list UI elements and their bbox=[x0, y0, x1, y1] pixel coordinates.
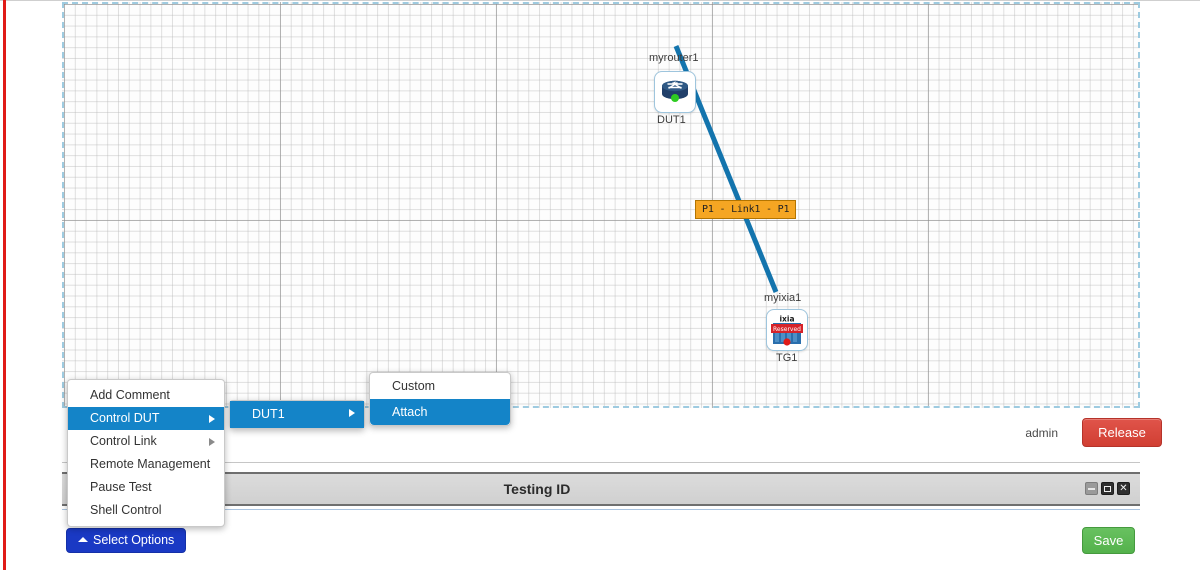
minimize-button[interactable] bbox=[1085, 482, 1098, 495]
context-submenu-control-dut[interactable]: DUT1 bbox=[229, 400, 365, 429]
node-myixia1[interactable]: ixia Reserved bbox=[766, 309, 808, 351]
context-menu-item-pause-test[interactable]: Pause Test bbox=[68, 476, 224, 499]
ixia-chassis-icon: ixia Reserved bbox=[771, 314, 803, 346]
svg-text:ixia: ixia bbox=[779, 315, 794, 324]
context-submenu-item-dut1[interactable]: DUT1 bbox=[230, 401, 364, 428]
topology-link-line bbox=[673, 45, 779, 293]
context-menu-item-add-comment[interactable]: Add Comment bbox=[68, 384, 224, 407]
select-options-button[interactable]: Select Options bbox=[66, 528, 187, 553]
context-menu[interactable]: Add Comment Control DUT Control Link Rem… bbox=[67, 379, 225, 527]
save-button[interactable]: Save bbox=[1082, 527, 1135, 554]
menu-item-label: Custom bbox=[392, 379, 436, 393]
session-user-label: admin bbox=[1025, 426, 1058, 440]
menu-item-label: Add Comment bbox=[90, 388, 170, 402]
menu-item-label: Pause Test bbox=[90, 480, 152, 494]
release-button[interactable]: Release bbox=[1082, 418, 1162, 447]
menu-item-label: Attach bbox=[392, 405, 428, 419]
svg-text:Reserved: Reserved bbox=[773, 326, 801, 333]
select-options-label: Select Options bbox=[93, 533, 175, 547]
menu-item-label: Remote Management bbox=[90, 457, 211, 471]
menu-item-label: Control DUT bbox=[90, 411, 160, 425]
topology-canvas[interactable]: myrouter1 DUT1 P1 - Link1 - P1 myixia1 i… bbox=[62, 2, 1140, 408]
chevron-right-icon bbox=[209, 415, 215, 423]
node-name-myrouter1: myrouter1 bbox=[649, 52, 699, 64]
menu-item-label: Shell Control bbox=[90, 503, 162, 517]
context-menu-item-control-dut[interactable]: Control DUT bbox=[68, 407, 224, 430]
context-submenu-item-attach[interactable]: Attach bbox=[370, 399, 510, 425]
node-name-myixia1: myixia1 bbox=[764, 292, 802, 304]
menu-item-label: Control Link bbox=[90, 434, 157, 448]
close-button[interactable]: ✕ bbox=[1117, 482, 1130, 495]
link-label-chip[interactable]: P1 - Link1 - P1 bbox=[695, 200, 797, 219]
node-myrouter1[interactable] bbox=[654, 71, 696, 113]
menu-item-label: DUT1 bbox=[252, 407, 285, 421]
node-label-tg1: TG1 bbox=[776, 352, 798, 364]
context-menu-item-control-link[interactable]: Control Link bbox=[68, 430, 224, 453]
window-controls: ✕ bbox=[1085, 482, 1130, 495]
chevron-right-icon bbox=[349, 409, 355, 417]
context-submenu-dut1[interactable]: Custom Attach bbox=[369, 372, 511, 426]
router-icon bbox=[662, 80, 688, 102]
node-label-dut1: DUT1 bbox=[657, 114, 686, 126]
context-menu-item-shell-control[interactable]: Shell Control bbox=[68, 499, 224, 522]
context-menu-item-remote-management[interactable]: Remote Management bbox=[68, 453, 224, 476]
caret-up-icon bbox=[78, 537, 88, 542]
app-root: myrouter1 DUT1 P1 - Link1 - P1 myixia1 i… bbox=[0, 0, 1200, 570]
context-submenu-item-custom[interactable]: Custom bbox=[370, 373, 510, 399]
restore-button[interactable] bbox=[1101, 482, 1114, 495]
chevron-right-icon bbox=[209, 438, 215, 446]
